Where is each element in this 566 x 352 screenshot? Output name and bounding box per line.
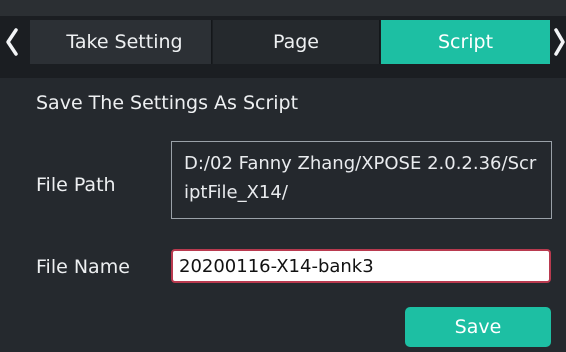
script-content: Save The Settings As Script File Path D:… xyxy=(0,78,566,352)
top-strip xyxy=(0,0,566,16)
section-title: Save The Settings As Script xyxy=(36,92,299,114)
file-name-input[interactable] xyxy=(171,249,551,283)
chevron-right-icon-glyph xyxy=(554,28,565,56)
save-button[interactable]: Save xyxy=(405,307,551,347)
tab-bar: Take Setting Page Script xyxy=(0,0,566,78)
tab-take-setting[interactable]: Take Setting xyxy=(30,20,212,64)
file-path-display[interactable]: D:/02 Fanny Zhang/XPOSE 2.0.2.36/ScriptF… xyxy=(171,141,552,219)
script-settings-panel: Take Setting Page Script Save The Settin… xyxy=(0,0,566,352)
tab-script[interactable]: Script xyxy=(381,20,550,64)
tab-page-label: Page xyxy=(273,31,319,53)
file-name-label: File Name xyxy=(36,256,130,278)
tab-script-label: Script xyxy=(437,31,494,53)
file-path-label: File Path xyxy=(36,174,116,196)
chevron-left-icon[interactable] xyxy=(2,20,22,64)
tab-take-setting-label: Take Setting xyxy=(66,31,183,53)
tab-page[interactable]: Page xyxy=(213,20,380,64)
save-button-label: Save xyxy=(454,316,502,338)
chevron-right-icon[interactable] xyxy=(552,20,566,64)
chevron-left-icon-glyph xyxy=(6,28,18,56)
